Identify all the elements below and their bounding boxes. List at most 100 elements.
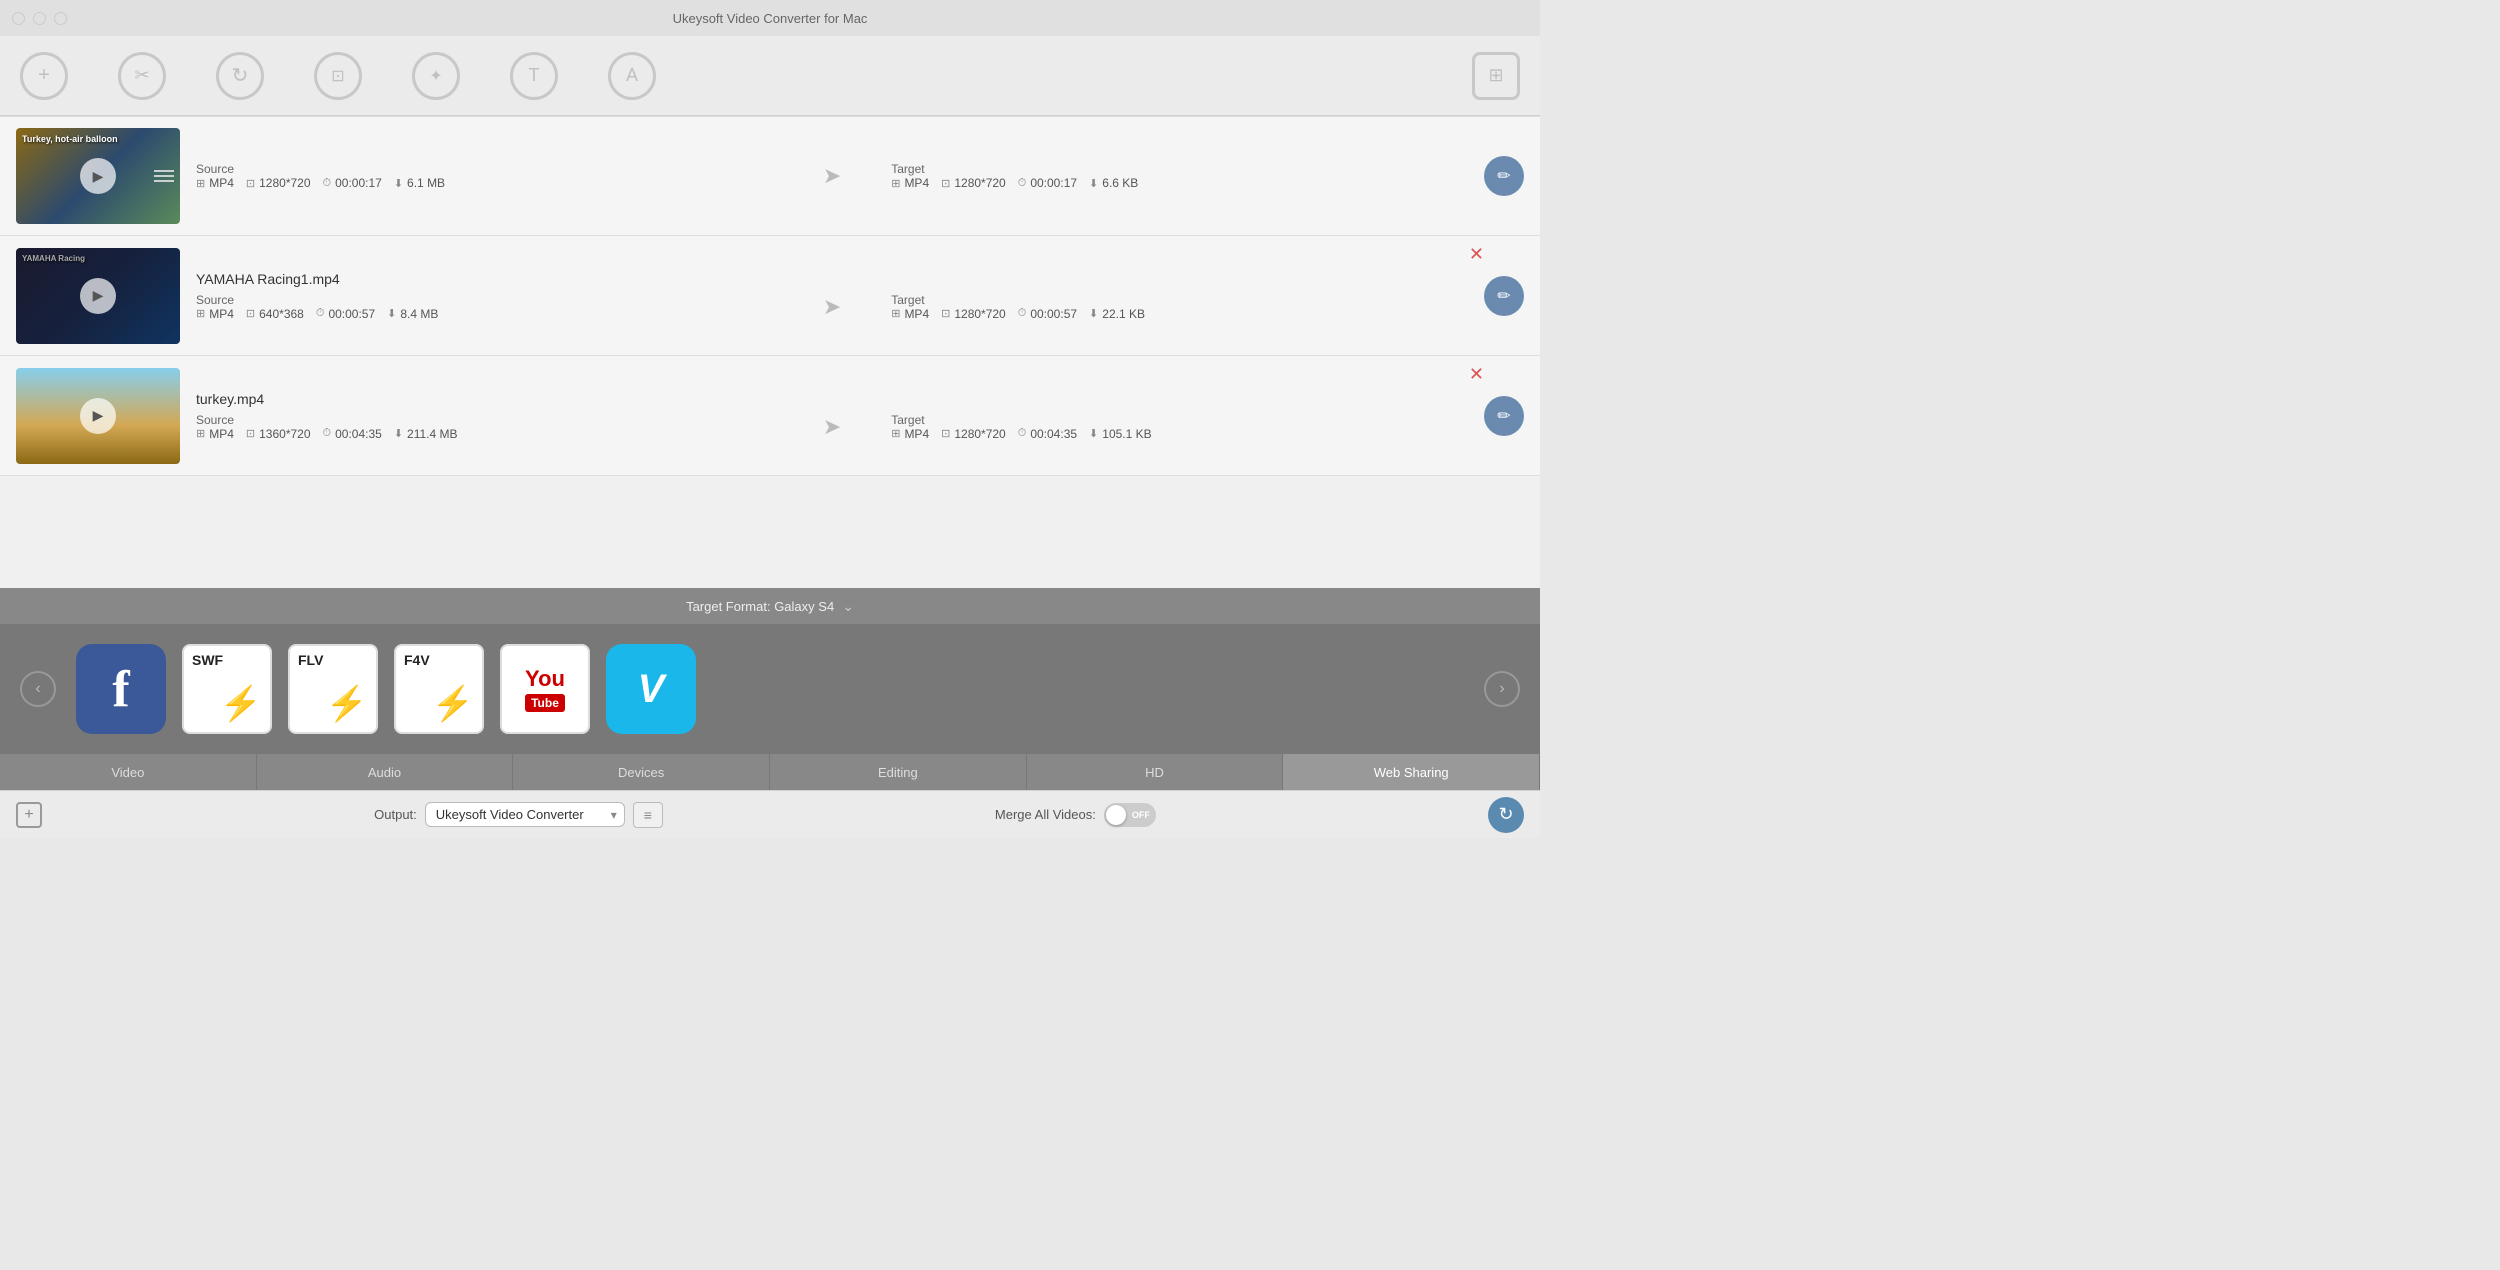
sync-button[interactable]: ↻: [1488, 797, 1524, 833]
f4v-flash-icon: ⚡: [432, 684, 474, 724]
dur-icon: ⏱: [323, 177, 332, 190]
play-button-3[interactable]: ▶: [80, 398, 116, 434]
effect-icon[interactable]: ✦: [412, 52, 460, 100]
s3-format: ⊞ MP4: [196, 427, 234, 441]
target-duration-1: ⏱ 00:00:17: [1018, 176, 1077, 190]
source-meta-1: ⊞ MP4 ⊡ 1280*720 ⏱ 00:00:17: [196, 176, 773, 190]
tab-devices[interactable]: Devices: [513, 754, 770, 790]
res-icon-t: ⊡: [941, 177, 950, 190]
t2-size: ⬇ 22.1 KB: [1089, 307, 1145, 321]
facebook-f-letter: f: [112, 660, 129, 719]
format-icon: ⊞: [196, 177, 205, 190]
play-button-2[interactable]: ▶: [80, 278, 116, 314]
watermark-icon[interactable]: A: [608, 52, 656, 100]
dur-icon-t: ⏱: [1018, 177, 1027, 190]
vimeo-v-letter: V: [638, 667, 665, 712]
s2-dur: ⏱ 00:00:57: [316, 307, 375, 321]
arrow-3: ➤: [823, 414, 841, 440]
settings-icon[interactable]: ⊞: [1472, 52, 1520, 100]
format-prev-button[interactable]: ‹: [20, 671, 56, 707]
content-wrapper: Turkey, hot-air balloon ▶ Source ⊞: [0, 116, 1540, 790]
youtube-text: You: [525, 666, 565, 692]
video-name-3: turkey.mp4: [196, 391, 1468, 407]
output-select-wrapper: Ukeysoft Video Converter ▾: [425, 802, 625, 827]
video-item-3: ✕ ▶ turkey.mp4 Source ⊞ MP4 ⊡ 1360*720 ⏱…: [0, 356, 1540, 476]
s3-dur: ⏱ 00:04:35: [323, 427, 382, 441]
format-flv-icon[interactable]: FLV ⚡: [288, 644, 378, 734]
target-size-1: ⬇ 6.6 KB: [1089, 176, 1138, 190]
crop-icon[interactable]: ⊡: [314, 52, 362, 100]
thumbnail-2: YAMAHA Racing ▶: [16, 248, 180, 344]
cut-icon[interactable]: ✂: [118, 52, 166, 100]
tab-web-sharing[interactable]: Web Sharing: [1283, 754, 1540, 790]
ri2: ⊡: [941, 307, 950, 320]
flv-label: FLV: [298, 652, 323, 668]
format-bar: Target Format: Galaxy S4 ⌄: [0, 588, 1540, 624]
toolbar-icons: + ✂ ↻ ⊡ ✦ T A: [20, 52, 656, 100]
si4: ⬇: [1089, 427, 1098, 440]
tab-hd[interactable]: HD: [1027, 754, 1284, 790]
t3-format: ⊞ MP4: [891, 427, 929, 441]
format-next-button[interactable]: ›: [1484, 671, 1520, 707]
thumbnail-3: ▶: [16, 368, 180, 464]
merge-label: Merge All Videos:: [995, 807, 1096, 822]
format-youtube-icon[interactable]: You Tube: [500, 644, 590, 734]
swf-label: SWF: [192, 652, 223, 668]
close-button[interactable]: [12, 12, 25, 25]
toolbar: + ✂ ↻ ⊡ ✦ T A ⊞: [0, 36, 1540, 116]
si3: ⬇: [394, 427, 403, 440]
target-resolution-1: ⊡ 1280*720: [941, 176, 1006, 190]
video-name-2: YAMAHA Racing1.mp4: [196, 271, 1468, 287]
edit-button-1[interactable]: ✏: [1484, 156, 1524, 196]
convert-icon[interactable]: ↻: [216, 52, 264, 100]
add-icon[interactable]: +: [20, 52, 68, 100]
video-info-1: Source ⊞ MP4 ⊡ 1280*720 ⏱: [196, 162, 1468, 190]
tab-bar: Video Audio Devices Editing HD Web Shari…: [0, 754, 1540, 790]
di: ⏱: [316, 307, 325, 320]
minimize-button[interactable]: [33, 12, 46, 25]
edit-button-2[interactable]: ✏: [1484, 276, 1524, 316]
ri3: ⊡: [246, 427, 255, 440]
t3-res: ⊡ 1280*720: [941, 427, 1006, 441]
target-label-1: Target: [891, 162, 1468, 176]
format-facebook-icon[interactable]: f: [76, 644, 166, 734]
s3-size: ⬇ 211.4 MB: [394, 427, 458, 441]
items-area: Turkey, hot-air balloon ▶ Source ⊞: [0, 116, 1540, 588]
app-title: Ukeysoft Video Converter for Mac: [673, 11, 868, 26]
format-f4v-icon[interactable]: F4V ⚡: [394, 644, 484, 734]
merge-toggle[interactable]: OFF: [1104, 803, 1156, 827]
f4v-label: F4V: [404, 652, 430, 668]
close-button-2[interactable]: ✕: [1469, 244, 1484, 265]
video-item-2: ✕ YAMAHA Racing ▶ YAMAHA Racing1.mp4 Sou…: [0, 236, 1540, 356]
bottom-bar: + Output: Ukeysoft Video Converter ▾ ≡ M…: [0, 790, 1540, 838]
play-button-1[interactable]: ▶: [80, 158, 116, 194]
di3: ⏱: [323, 427, 332, 440]
close-button-3[interactable]: ✕: [1469, 364, 1484, 385]
toggle-knob: [1106, 805, 1126, 825]
si2: ⬇: [1089, 307, 1098, 320]
swf-flash-icon: ⚡: [220, 684, 262, 724]
text-icon[interactable]: T: [510, 52, 558, 100]
s2-res: ⊡ 640*368: [246, 307, 304, 321]
edit-button-3[interactable]: ✏: [1484, 396, 1524, 436]
s3-res: ⊡ 1360*720: [246, 427, 311, 441]
target-meta-3: ⊞ MP4 ⊡ 1280*720 ⏱ 00:04:35 ⬇ 105.1 KB: [891, 427, 1468, 441]
merge-row: Merge All Videos: OFF: [995, 803, 1156, 827]
tab-audio[interactable]: Audio: [257, 754, 514, 790]
format-vimeo-icon[interactable]: V: [606, 644, 696, 734]
tab-editing[interactable]: Editing: [770, 754, 1027, 790]
tab-video[interactable]: Video: [0, 754, 257, 790]
traffic-lights: [12, 12, 67, 25]
size-icon-t: ⬇: [1089, 177, 1098, 190]
format-swf-icon[interactable]: SWF ⚡: [182, 644, 272, 734]
format-bar-chevron[interactable]: ⌄: [842, 598, 854, 615]
fi2: ⊞: [891, 307, 900, 320]
maximize-button[interactable]: [54, 12, 67, 25]
size-icon: ⬇: [394, 177, 403, 190]
t2-res: ⊡ 1280*720: [941, 307, 1006, 321]
thumbnail-lines-1: [154, 170, 174, 182]
output-select[interactable]: Ukeysoft Video Converter: [425, 802, 625, 827]
target-meta-2: ⊞ MP4 ⊡ 1280*720 ⏱ 00:00:57 ⬇ 22.1 KB: [891, 307, 1468, 321]
folder-button[interactable]: ≡: [633, 802, 663, 828]
add-media-button[interactable]: +: [16, 802, 42, 828]
